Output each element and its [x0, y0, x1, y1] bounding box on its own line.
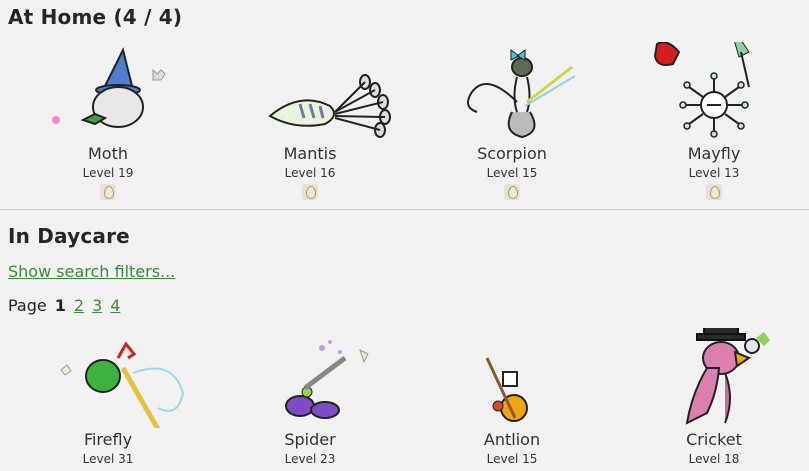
pagination: Page 1 2 3 4 — [8, 296, 120, 315]
pet-card-spider[interactable]: Spider Level 23 — [225, 328, 395, 468]
pet-card-moth[interactable]: Moth Level 19 — [23, 42, 193, 204]
page-link-3[interactable]: 3 — [92, 296, 102, 315]
pet-card-mantis[interactable]: Mantis Level 16 — [225, 42, 395, 204]
pet-level: Level 18 — [688, 452, 740, 466]
spider-image — [225, 328, 395, 428]
pet-name[interactable]: Firefly — [23, 430, 193, 450]
pet-level: Level 31 — [82, 452, 134, 466]
firefly-image — [23, 328, 193, 428]
at-home-heading: At Home (4 / 4) — [8, 5, 183, 29]
pet-level: Level 19 — [82, 166, 134, 180]
mayfly-image — [629, 42, 799, 142]
pet-name[interactable]: Scorpion — [427, 144, 597, 164]
antlion-image — [427, 328, 597, 428]
page-label: Page — [8, 296, 47, 315]
page-link-2[interactable]: 2 — [74, 296, 84, 315]
pet-level: Level 15 — [486, 452, 538, 466]
pet-card-cricket[interactable]: Cricket Level 18 — [629, 328, 799, 468]
egg-icon — [504, 184, 520, 200]
pet-name[interactable]: Mayfly — [629, 144, 799, 164]
page-current: 1 — [54, 296, 66, 315]
pet-name[interactable]: Cricket — [629, 430, 799, 450]
pet-level: Level 16 — [284, 166, 336, 180]
pet-name[interactable]: Spider — [225, 430, 395, 450]
pet-card-antlion[interactable]: Antlion Level 15 — [427, 328, 597, 468]
pet-name[interactable]: Mantis — [225, 144, 395, 164]
pet-card-mayfly[interactable]: Mayfly Level 13 — [629, 42, 799, 204]
pet-card-firefly[interactable]: Firefly Level 31 — [23, 328, 193, 468]
pet-card-scorpion[interactable]: Scorpion Level 15 — [427, 42, 597, 204]
egg-icon — [302, 184, 318, 200]
show-search-filters-link[interactable]: Show search filters... — [8, 262, 175, 281]
pet-level: Level 23 — [284, 452, 336, 466]
pet-level: Level 15 — [486, 166, 538, 180]
section-divider — [0, 209, 809, 210]
scorpion-image — [427, 42, 597, 142]
pet-name[interactable]: Moth — [23, 144, 193, 164]
pet-level: Level 13 — [688, 166, 740, 180]
mantis-image — [225, 42, 395, 142]
page-link-4[interactable]: 4 — [110, 296, 120, 315]
cricket-image — [629, 328, 799, 428]
egg-icon — [100, 184, 116, 200]
pet-name[interactable]: Antlion — [427, 430, 597, 450]
moth-image — [23, 42, 193, 142]
egg-icon — [706, 184, 722, 200]
in-daycare-heading: In Daycare — [8, 224, 130, 248]
